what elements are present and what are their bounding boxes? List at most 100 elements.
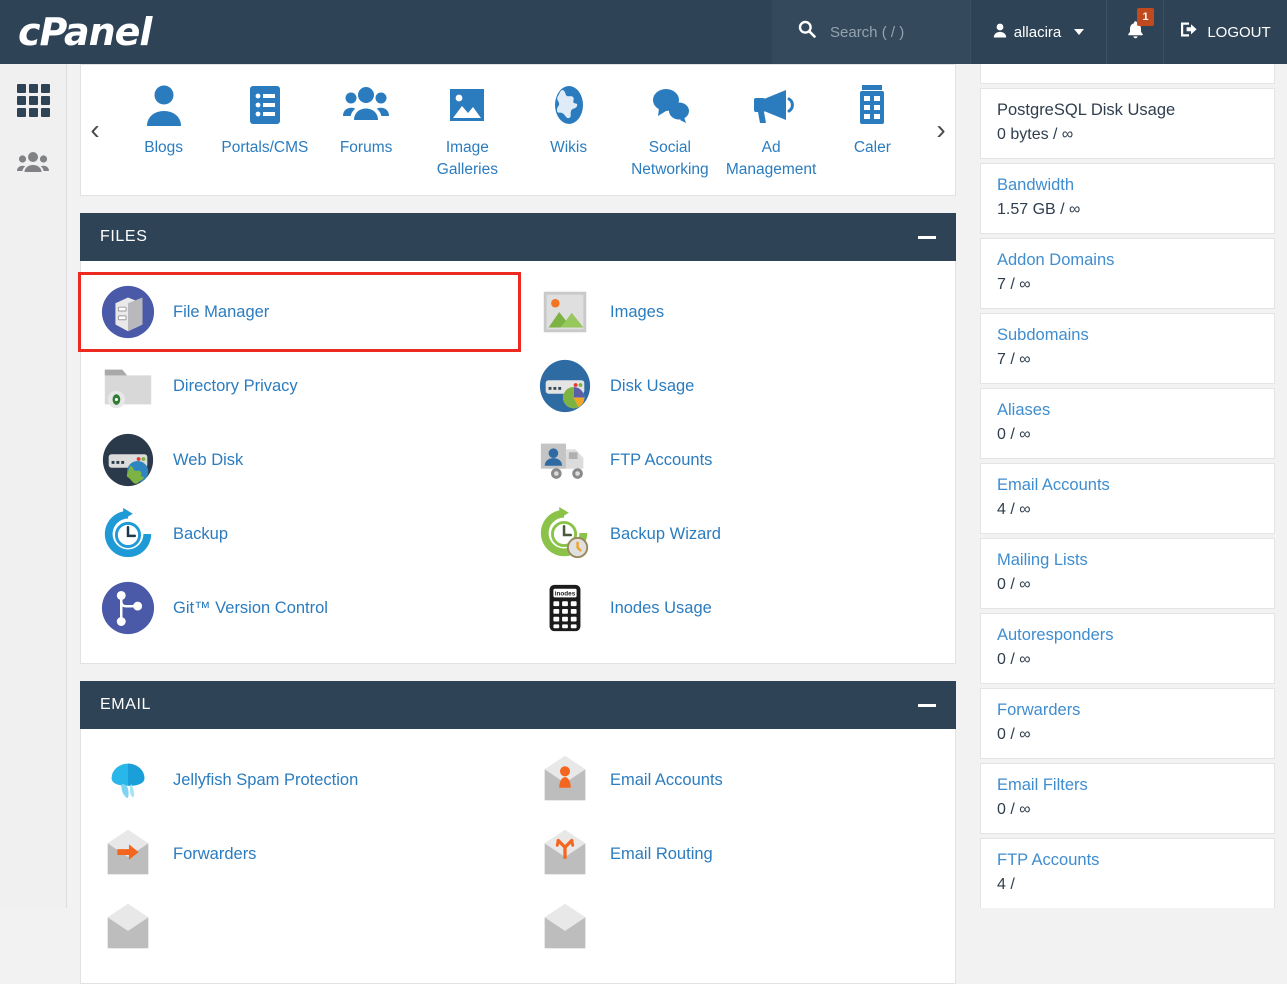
- app-tile-backup[interactable]: Backup: [81, 497, 518, 571]
- section-header[interactable]: EMAIL: [80, 681, 956, 729]
- carousel-item-label: Social Networking: [619, 137, 720, 182]
- photo-icon: [536, 283, 594, 341]
- top-header: cPanel Search ( / ) allacira 1 LOGOUT: [0, 0, 1287, 64]
- list-icon: [242, 79, 288, 131]
- app-tile-file-manager[interactable]: File Manager: [81, 275, 518, 349]
- megaphone-icon: [748, 79, 794, 131]
- app-tile-label: Backup Wizard: [610, 525, 721, 544]
- stat-title[interactable]: Forwarders: [997, 701, 1258, 720]
- app-tile-images[interactable]: Images: [518, 275, 955, 349]
- app-tile-label: File Manager: [173, 303, 269, 322]
- web-disk-icon: [99, 431, 157, 489]
- app-tile-backup-wizard[interactable]: Backup Wizard: [518, 497, 955, 571]
- stat-item-email-filters: Email Filters 0 / ∞: [980, 763, 1275, 834]
- section-row: Directory PrivacyDisk Usage: [81, 349, 955, 423]
- stat-title[interactable]: FTP Accounts: [997, 851, 1258, 870]
- stat-value: 0 / ∞: [997, 576, 1258, 594]
- person-icon: [141, 79, 187, 131]
- section-email: EMAIL Jellyfish Spam ProtectionEmail Acco…: [80, 681, 956, 984]
- app-tile-forwarders[interactable]: Forwarders: [81, 817, 518, 891]
- carousel-item-label: Ad Management: [721, 137, 822, 182]
- section-row: File Manager Images: [81, 275, 955, 349]
- logout-button[interactable]: LOGOUT: [1164, 0, 1287, 64]
- git-branch-icon: [99, 579, 157, 637]
- app-tile-ftp-accounts[interactable]: FTP Accounts: [518, 423, 955, 497]
- stat-item-postgresql-disk-usage: PostgreSQL Disk Usage0 bytes / ∞: [980, 88, 1275, 159]
- carousel-item-blogs[interactable]: Blogs: [113, 79, 214, 182]
- stat-title[interactable]: Aliases: [997, 401, 1258, 420]
- carousel-items: BlogsPortals/CMS Forums Image GalleriesWik…: [109, 79, 927, 182]
- rail-item-user-manager[interactable]: [11, 142, 55, 186]
- stat-item-ftp-accounts: FTP Accounts 4 /: [980, 838, 1275, 908]
- stat-value: 1.57 GB / ∞: [997, 201, 1258, 219]
- main-content: ‹ BlogsPortals/CMSForumsImage GalleriesW…: [68, 64, 968, 908]
- section-row: Forwarders Email Routing: [81, 817, 955, 891]
- disk-pie-icon: [536, 357, 594, 415]
- app-tile-email-accounts[interactable]: Email Accounts: [518, 743, 955, 817]
- carousel-prev-button[interactable]: ‹: [81, 116, 109, 144]
- stat-item-addon-domains: Addon Domains7 / ∞: [980, 238, 1275, 309]
- stat-title[interactable]: Mailing Lists: [997, 551, 1258, 570]
- cpanel-logo[interactable]: cPanel: [18, 13, 151, 51]
- backup-clock-icon: [99, 505, 157, 563]
- stat-title[interactable]: Autoresponders: [997, 626, 1258, 645]
- carousel-item-forums[interactable]: Forums: [316, 79, 417, 182]
- stat-value: 0 / ∞: [997, 426, 1258, 444]
- svg-text:inodes: inodes: [555, 591, 576, 598]
- stat-item-autoresponders: Autoresponders0 / ∞: [980, 613, 1275, 684]
- app-tile-label: Email Routing: [610, 845, 713, 864]
- stat-item-forwarders: Forwarders0 / ∞: [980, 688, 1275, 759]
- stat-title[interactable]: Email Accounts: [997, 476, 1258, 495]
- calendar-icon: [849, 79, 895, 131]
- logout-label: LOGOUT: [1207, 24, 1270, 41]
- carousel-item-caler[interactable]: Caler: [822, 79, 923, 182]
- app-tile-web-disk[interactable]: Web Disk: [81, 423, 518, 497]
- section-header[interactable]: FILES: [80, 213, 956, 261]
- stat-value: 243.82 MB /: [997, 64, 1258, 69]
- stat-title[interactable]: Subdomains: [997, 326, 1258, 345]
- stat-item-mailing-lists: Mailing Lists 0 / ∞: [980, 538, 1275, 609]
- user-menu[interactable]: allacira: [970, 0, 1107, 64]
- carousel-item-image-galleries[interactable]: Image Galleries: [417, 79, 518, 182]
- envelope-route-icon: [536, 825, 594, 883]
- section-row: [81, 891, 955, 965]
- carousel-item-label: Forums: [340, 137, 393, 159]
- chevron-down-icon: [1074, 29, 1084, 35]
- app-tile-inodes-usage[interactable]: inodesInodes Usage: [518, 571, 955, 645]
- stats-panel: 243.82 MB / PostgreSQL Disk Usage0 bytes …: [980, 64, 1275, 908]
- stat-title[interactable]: Addon Domains: [997, 251, 1258, 270]
- carousel-item-social-networking[interactable]: Social Networking: [619, 79, 720, 182]
- search-box[interactable]: Search ( / ): [772, 0, 970, 64]
- carousel-item-ad-management[interactable]: Ad Management: [721, 79, 822, 182]
- stat-value: 4 /: [997, 876, 1258, 894]
- carousel-next-button[interactable]: ›: [927, 116, 955, 144]
- app-tile-email-routing[interactable]: Email Routing: [518, 817, 955, 891]
- stat-value: 0 / ∞: [997, 801, 1258, 819]
- section-files: FILES File Manager ImagesDirectory Privacy…: [80, 213, 956, 664]
- logo-area: cPanel: [0, 0, 772, 64]
- app-tile-directory-privacy[interactable]: Directory Privacy: [81, 349, 518, 423]
- app-tile-jellyfish-spam-protection[interactable]: Jellyfish Spam Protection: [81, 743, 518, 817]
- stat-title[interactable]: Bandwidth: [997, 176, 1258, 195]
- app-tile-label: Backup: [173, 525, 228, 544]
- minus-icon[interactable]: [918, 236, 936, 239]
- carousel-item-label: Caler: [854, 137, 891, 159]
- carousel-item-portals-cms[interactable]: Portals/CMS: [214, 79, 315, 182]
- rail-item-tools[interactable]: [11, 78, 55, 122]
- stat-title[interactable]: Email Filters: [997, 776, 1258, 795]
- app-tile-item[interactable]: [518, 891, 955, 965]
- app-tile-label: FTP Accounts: [610, 451, 712, 470]
- stat-item-subdomains: Subdomains7 / ∞: [980, 313, 1275, 384]
- app-tile-item[interactable]: [81, 891, 518, 965]
- app-tile-git-version-control[interactable]: Git™ Version Control: [81, 571, 518, 645]
- app-tile-label: Web Disk: [173, 451, 243, 470]
- notifications-button[interactable]: 1: [1107, 0, 1164, 64]
- carousel-item-label: Image Galleries: [417, 137, 518, 182]
- section-row: Backup Backup Wizard: [81, 497, 955, 571]
- app-tile-disk-usage[interactable]: Disk Usage: [518, 349, 955, 423]
- app-tile-label: Git™ Version Control: [173, 599, 328, 618]
- app-carousel: ‹ BlogsPortals/CMS Forums Image GalleriesW…: [80, 64, 956, 196]
- stat-item-stat: 243.82 MB /: [980, 64, 1275, 84]
- carousel-item-wikis[interactable]: Wikis: [518, 79, 619, 182]
- minus-icon[interactable]: [918, 704, 936, 707]
